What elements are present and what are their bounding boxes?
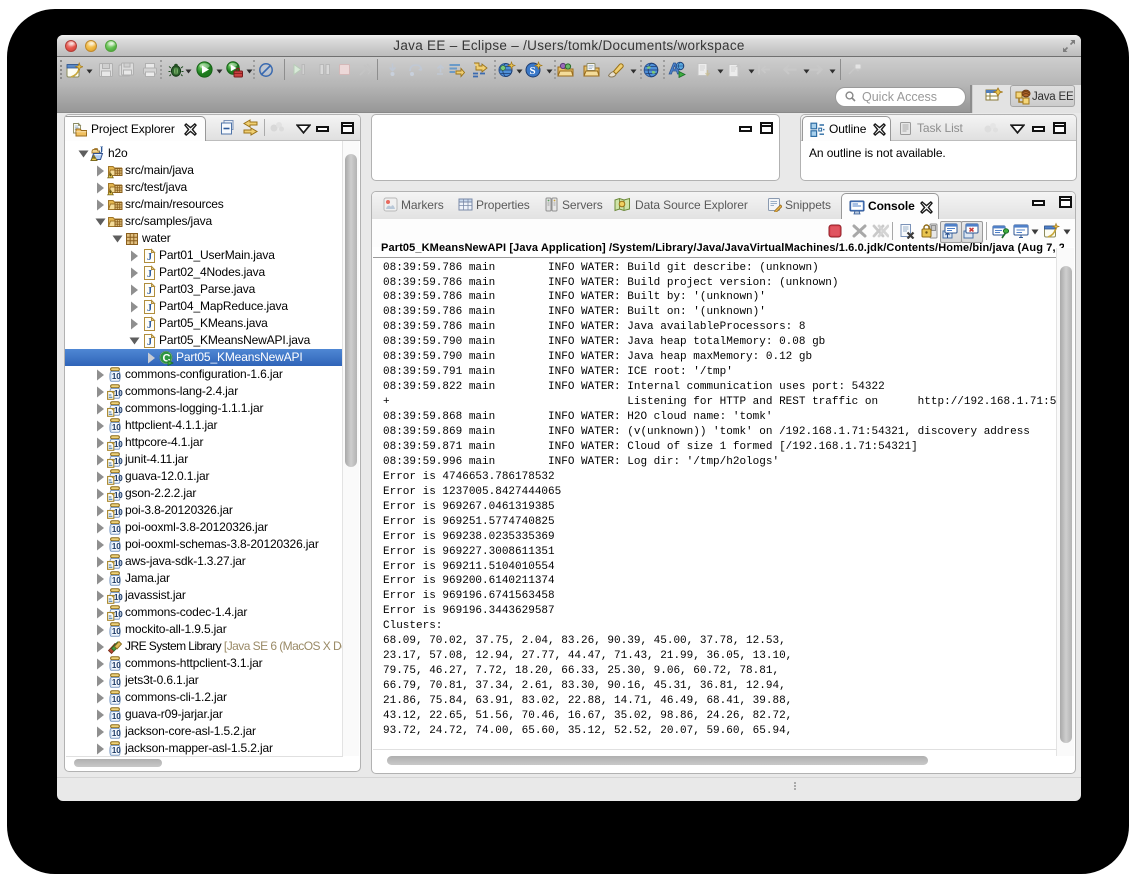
svg-text:10: 10 <box>114 389 123 398</box>
svg-text:10: 10 <box>112 694 121 703</box>
svg-text:J: J <box>147 269 152 280</box>
svg-text:10: 10 <box>114 457 123 466</box>
svg-text:10: 10 <box>112 575 121 584</box>
svg-text:J: J <box>147 320 152 331</box>
svg-text:10: 10 <box>114 440 123 449</box>
svg-text:10: 10 <box>114 593 123 602</box>
svg-text:10: 10 <box>114 610 123 619</box>
svg-text:10: 10 <box>114 508 123 517</box>
svg-text:10: 10 <box>114 474 123 483</box>
svg-text:10: 10 <box>112 422 121 431</box>
svg-text:10: 10 <box>112 711 121 720</box>
svg-text:10: 10 <box>112 524 121 533</box>
svg-text:10: 10 <box>112 728 121 737</box>
svg-text:10: 10 <box>112 371 121 380</box>
svg-text:10: 10 <box>114 491 123 500</box>
svg-text:J: J <box>147 303 152 314</box>
svg-text:10: 10 <box>112 677 121 686</box>
svg-text:10: 10 <box>112 745 121 754</box>
svg-text:J: J <box>147 252 152 263</box>
svg-text:10: 10 <box>114 406 123 415</box>
svg-text:J: J <box>99 146 104 155</box>
svg-text:10: 10 <box>112 626 121 635</box>
svg-text:10: 10 <box>112 660 121 669</box>
svg-text:J: J <box>147 286 152 297</box>
svg-text:J: J <box>147 337 152 348</box>
svg-text:S: S <box>530 65 536 77</box>
svg-text:10: 10 <box>112 541 121 550</box>
svg-text:10: 10 <box>114 559 123 568</box>
